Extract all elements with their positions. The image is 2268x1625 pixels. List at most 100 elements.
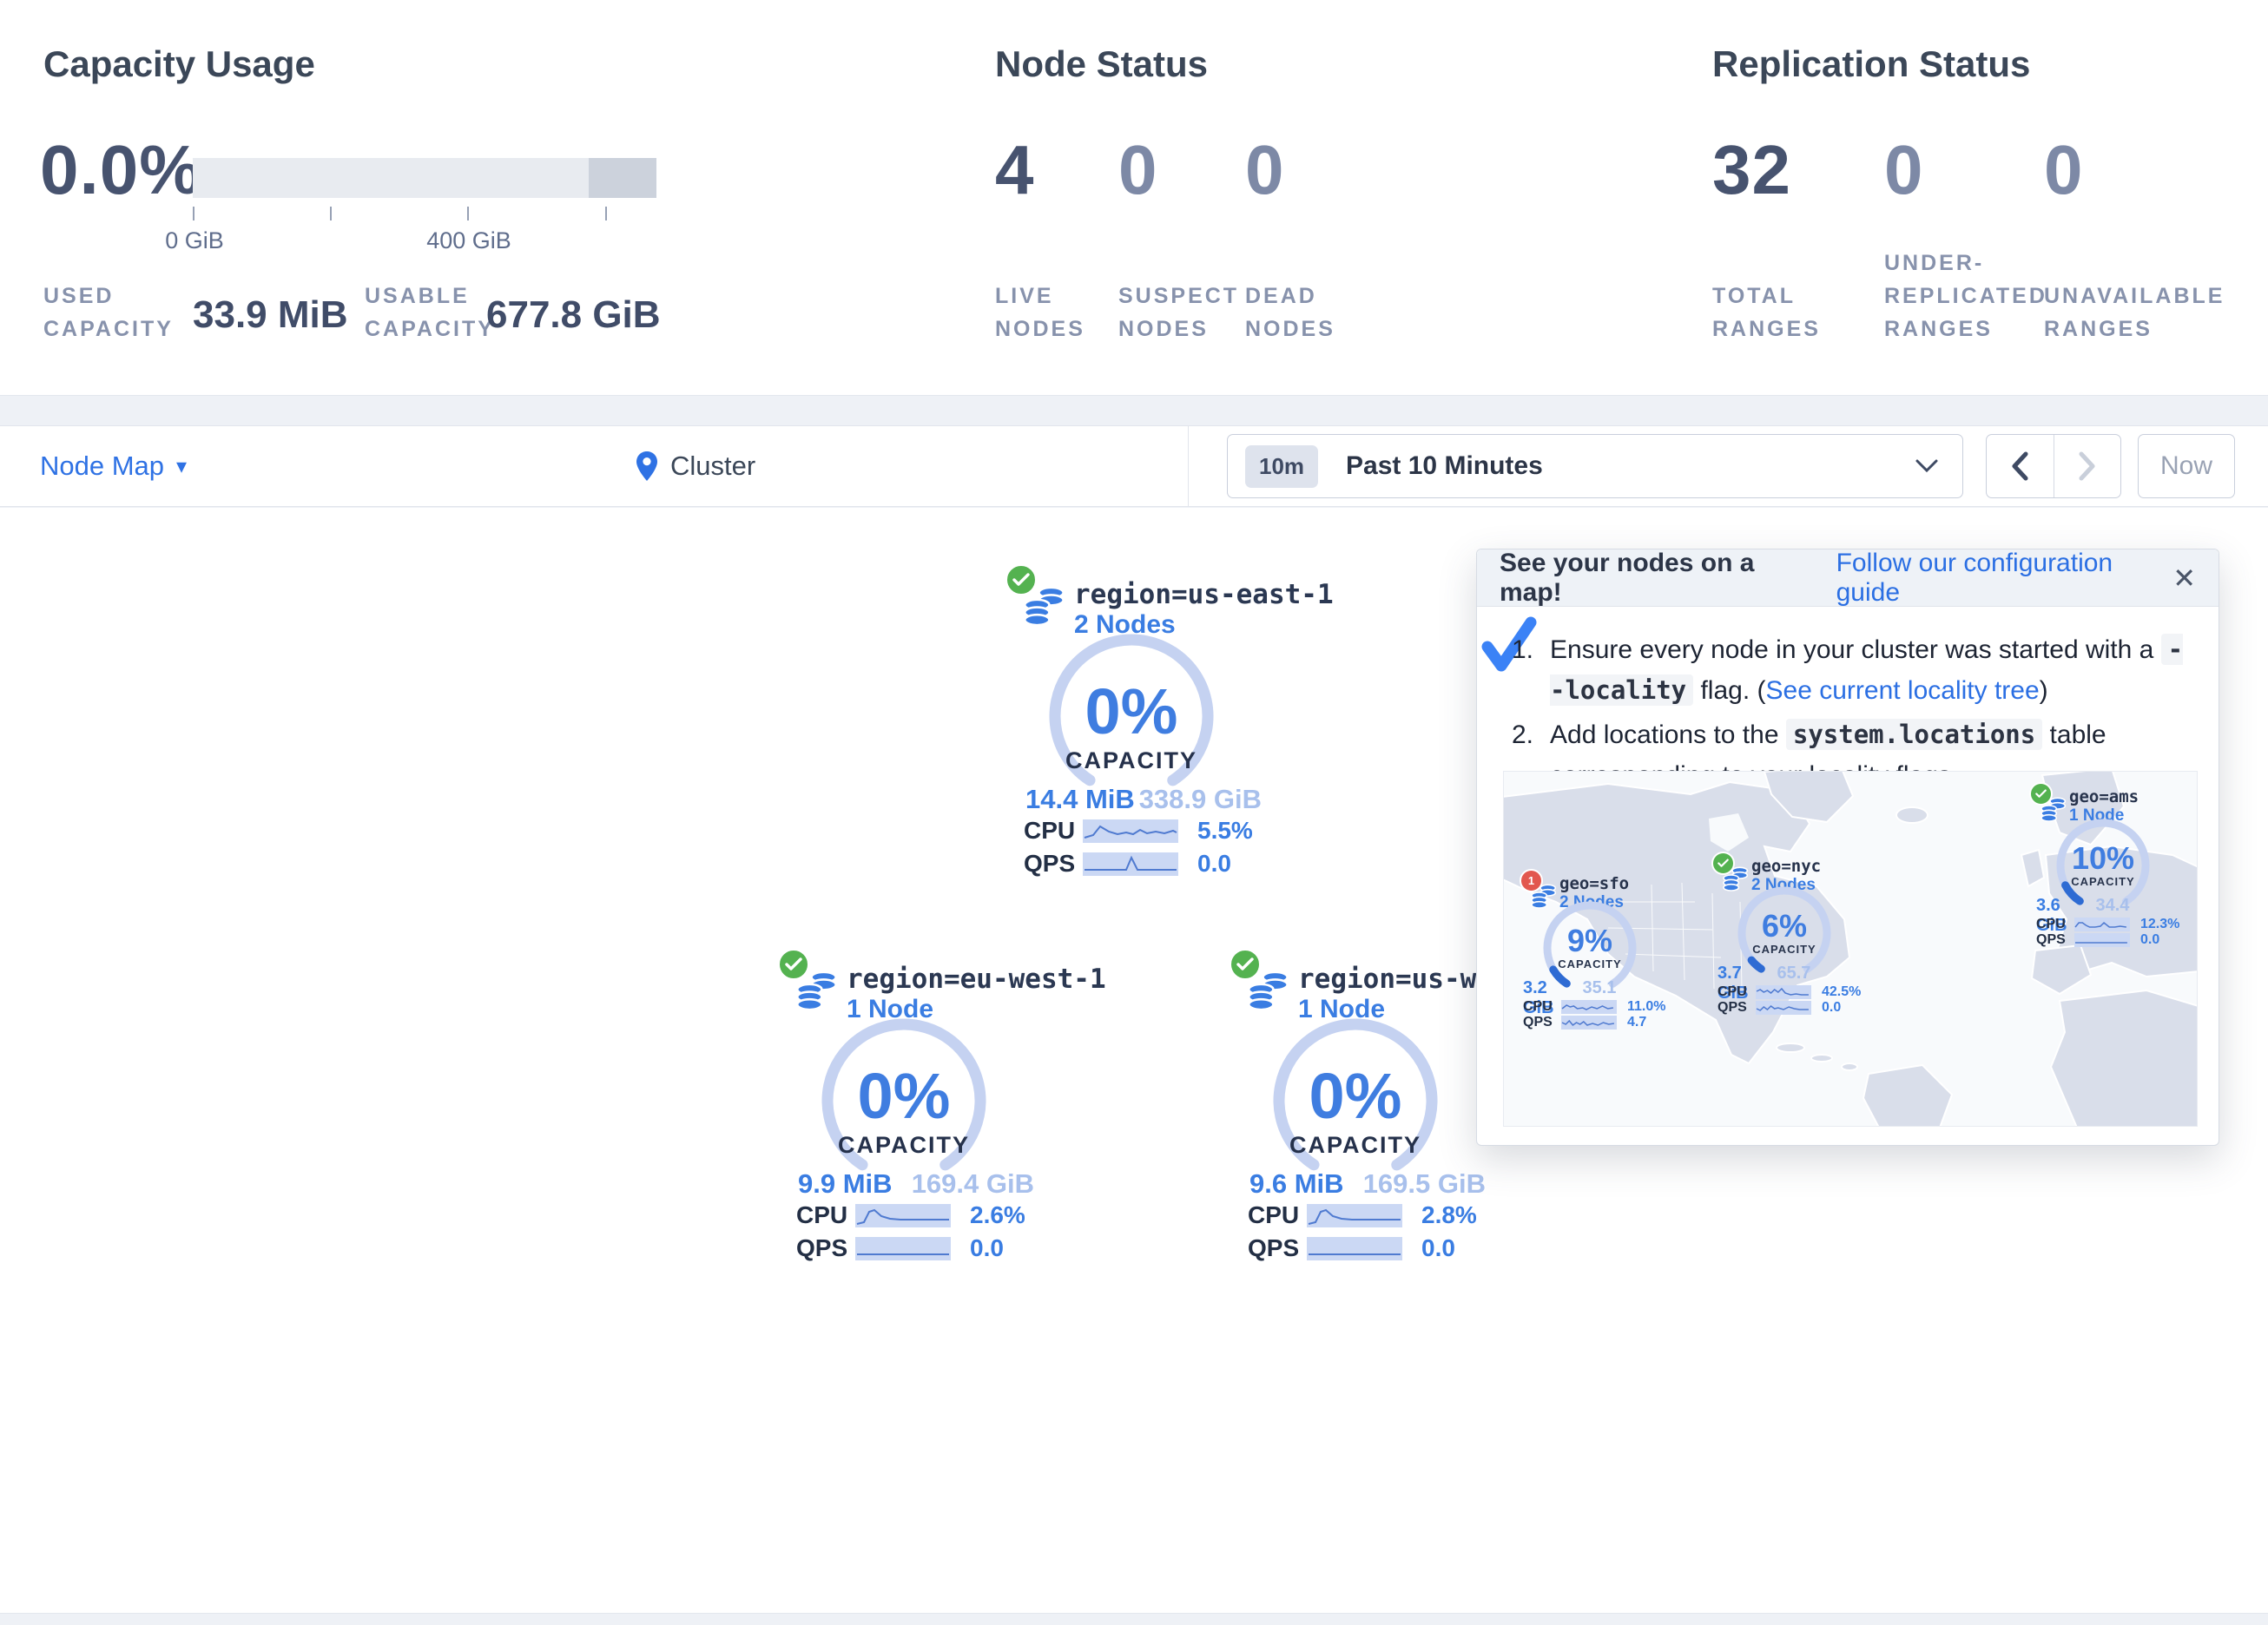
step-1-text: Ensure every node in your cluster was st… xyxy=(1550,629,2186,711)
qps-value: 0.0 xyxy=(970,1234,1004,1262)
time-range-badge: 10m xyxy=(1245,445,1318,488)
qps-label: QPS xyxy=(1523,1015,1558,1030)
breadcrumb[interactable]: Cluster xyxy=(636,426,755,506)
qps-value: 0.0 xyxy=(1421,1234,1455,1262)
dead-nodes-value: 0 xyxy=(1245,130,1285,210)
qps-value: 0.0 xyxy=(2140,932,2159,948)
under-replicated-line3: RANGES xyxy=(1884,312,2047,345)
qps-label: QPS xyxy=(796,1234,850,1262)
cpu-value: 12.3% xyxy=(2140,917,2179,932)
map-pin-icon xyxy=(636,451,658,482)
capacity-bar-reserved xyxy=(589,158,656,198)
cpu-value: 11.0% xyxy=(1627,999,1665,1015)
time-range-dropdown[interactable]: 10m Past 10 Minutes xyxy=(1227,434,1963,498)
total-ranges-line1: TOTAL xyxy=(1712,280,1821,312)
database-icon xyxy=(1246,969,1291,1014)
step-forward-button[interactable] xyxy=(2054,435,2121,497)
total-value: 338.9 GiB xyxy=(1139,784,1262,815)
node-group-eu-west-1[interactable]: region=eu-west-1 1 Node 0% CAPACITY 9.9 … xyxy=(758,944,1079,1274)
cpu-label: CPU xyxy=(1717,984,1752,1000)
capacity-percent-value: 0% xyxy=(817,1059,991,1133)
database-icon xyxy=(1022,584,1067,629)
capacity-label: CAPACITY xyxy=(817,1132,991,1159)
toolbar: Node Map ▾ Cluster 10m Past 10 Minutes N… xyxy=(0,425,2268,507)
suspect-label-line2: NODES xyxy=(1118,312,1239,345)
capacity-percent: 0.0% xyxy=(40,130,201,210)
dead-nodes-label: DEAD NODES xyxy=(1245,280,1335,345)
cpu-row: CPU 42.5% xyxy=(1717,984,1865,1000)
qps-value: 0.0 xyxy=(1822,1000,1841,1016)
geo-title: geo=sfo xyxy=(1559,874,1629,893)
qps-value: 4.7 xyxy=(1627,1015,1646,1030)
qps-row: QPS 0.0 xyxy=(2036,932,2184,948)
under-replicated-label: UNDER- REPLICATED RANGES xyxy=(1884,247,2047,345)
replication-status-title: Replication Status xyxy=(1712,43,2030,85)
time-range-label: Past 10 Minutes xyxy=(1346,451,1543,481)
step-back-button[interactable] xyxy=(1987,435,2054,497)
tick-label-400: 400 GiB xyxy=(426,227,511,254)
capacity-percent-value: 9% xyxy=(1539,923,1640,959)
capacity-label: CAPACITY xyxy=(1734,943,1835,956)
qps-sparkline xyxy=(1756,1001,1811,1015)
capacity-percent-value: 0% xyxy=(1269,1059,1442,1133)
capacity-label: CAPACITY xyxy=(1045,747,1218,774)
cpu-sparkline xyxy=(1083,819,1178,843)
qps-sparkline xyxy=(1561,1016,1617,1030)
node-status-title: Node Status xyxy=(995,43,1208,85)
used-value: 9.9 MiB xyxy=(798,1168,893,1200)
used-capacity-label-line2: CAPACITY xyxy=(43,312,174,345)
capacity-label: CAPACITY xyxy=(2053,875,2153,888)
view-selector-label: Node Map xyxy=(40,451,164,482)
summary-band: Capacity Usage 0.0% 0 GiB 400 GiB USED C… xyxy=(0,0,2268,396)
chevron-left-icon xyxy=(2010,451,2029,481)
qps-sparkline xyxy=(1307,1237,1402,1260)
region-title: region=eu-west-1 xyxy=(847,964,1106,995)
qps-row: QPS 0.0 xyxy=(1248,1234,1500,1262)
cpu-value: 2.8% xyxy=(1421,1201,1477,1229)
dead-label-line1: DEAD xyxy=(1245,280,1335,312)
suspect-label-line1: SUSPECT xyxy=(1118,280,1239,312)
capacity-percent-value: 10% xyxy=(2053,840,2153,877)
usable-capacity-label-line2: CAPACITY xyxy=(365,312,495,345)
qps-label: QPS xyxy=(1248,1234,1302,1262)
capacity-percent-value: 0% xyxy=(1045,674,1218,748)
node-group-us-east-1[interactable]: region=us-east-1 2 Nodes 0% CAPACITY 14.… xyxy=(986,560,1307,890)
step-1-text-c: ) xyxy=(2040,676,2048,705)
node-map-config-popup: See your nodes on a map! Follow our conf… xyxy=(1476,549,2219,1146)
now-button-label: Now xyxy=(2160,451,2212,481)
time-step-buttons xyxy=(1986,434,2121,498)
cpu-label: CPU xyxy=(796,1201,850,1229)
cpu-sparkline xyxy=(1307,1204,1402,1227)
total-ranges-label: TOTAL RANGES xyxy=(1712,280,1821,345)
qps-label: QPS xyxy=(2036,932,2071,948)
tick xyxy=(330,207,332,220)
now-button[interactable]: Now xyxy=(2138,434,2235,498)
map-node-geo-sfo: 1 geo=sfo 2 Nodes 9% CAPACITY 3.2 GiB 35… xyxy=(1520,869,1669,1030)
close-icon[interactable]: ✕ xyxy=(2172,562,2196,595)
unavailable-ranges-value: 0 xyxy=(2044,130,2084,210)
unavailable-line2: RANGES xyxy=(2044,312,2225,345)
chevron-right-icon xyxy=(2078,451,2097,481)
configuration-guide-link[interactable]: Follow our configuration guide xyxy=(1836,549,2173,608)
view-selector-node-map[interactable]: Node Map ▾ xyxy=(40,426,187,506)
qps-sparkline xyxy=(855,1237,951,1260)
step-1-text-a: Ensure every node in your cluster was st… xyxy=(1550,635,2161,664)
qps-row: QPS 0.0 xyxy=(796,1234,1048,1262)
chevron-down-icon: ▾ xyxy=(176,454,187,479)
used-value: 9.6 MiB xyxy=(1249,1168,1344,1200)
suspect-nodes-value: 0 xyxy=(1118,130,1158,210)
locality-tree-link[interactable]: See current locality tree xyxy=(1766,676,2040,705)
example-node-map-image: 1 geo=sfo 2 Nodes 9% CAPACITY 3.2 GiB 35… xyxy=(1503,771,2198,1127)
tick xyxy=(605,207,607,220)
live-label-line2: NODES xyxy=(995,312,1085,345)
geo-title: geo=nyc xyxy=(1751,857,1821,876)
unavailable-ranges-label: UNAVAILABLE RANGES xyxy=(2044,280,2225,345)
qps-row: QPS 0.0 xyxy=(1717,1000,1865,1016)
capacity-label: CAPACITY xyxy=(1539,957,1640,970)
capacity-values: 9.9 MiB 169.4 GiB xyxy=(798,1168,1034,1200)
cpu-row: CPU 12.3% xyxy=(2036,917,2184,932)
qps-sparkline xyxy=(1083,852,1178,876)
chevron-down-icon xyxy=(1915,459,1938,473)
cpu-row: CPU 2.8% xyxy=(1248,1201,1500,1229)
suspect-nodes-label: SUSPECT NODES xyxy=(1118,280,1239,345)
